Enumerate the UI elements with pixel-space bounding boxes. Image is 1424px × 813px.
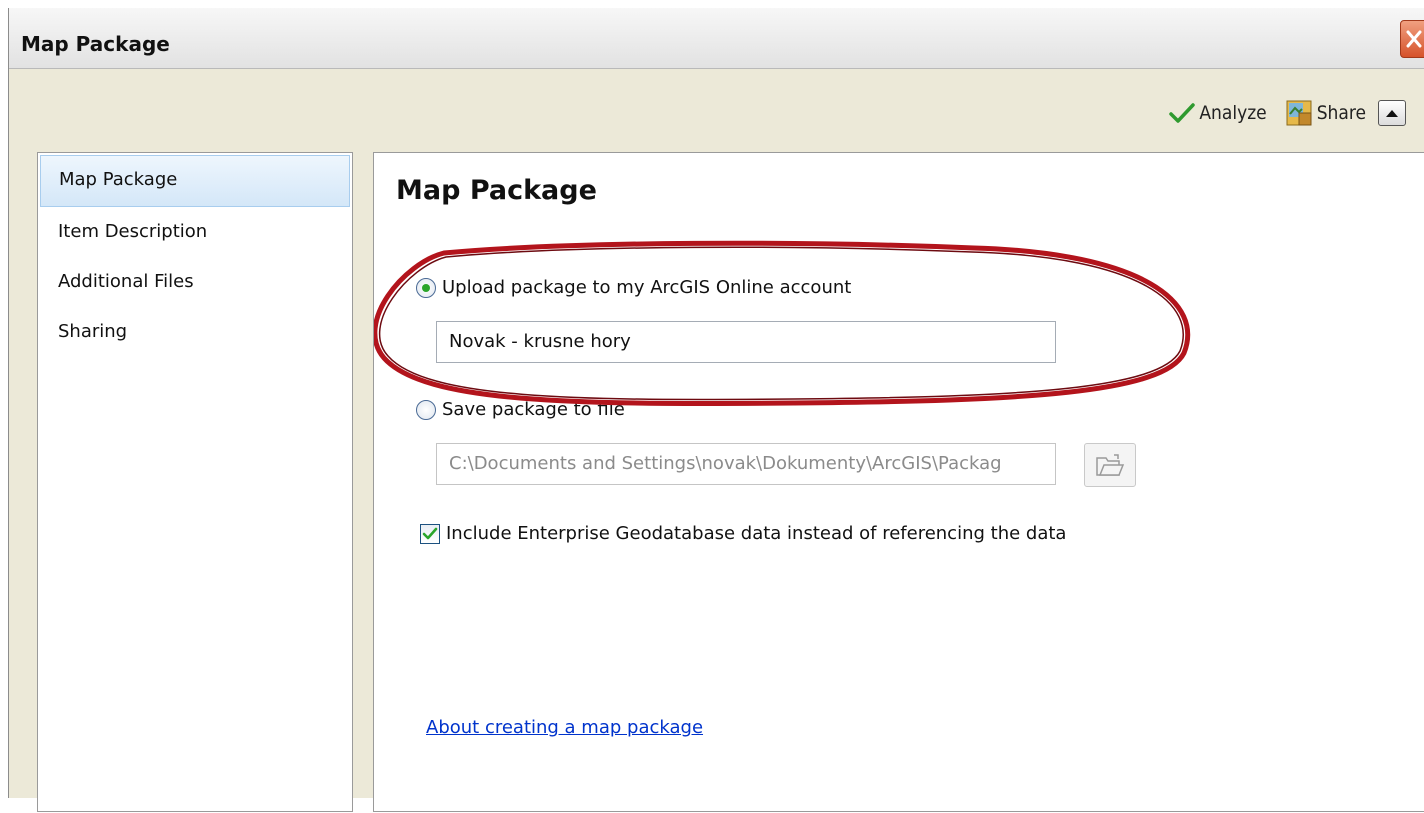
- nav-item-sharing[interactable]: Sharing: [38, 307, 352, 357]
- page-title: Map Package: [396, 175, 597, 206]
- nav-item-map-package[interactable]: Map Package: [40, 155, 350, 207]
- browse-button[interactable]: [1084, 443, 1136, 487]
- chevron-up-icon: [1386, 110, 1398, 117]
- checkmark-icon: [1169, 103, 1196, 123]
- file-path-input[interactable]: C:\Documents and Settings\novak\Dokument…: [436, 443, 1056, 485]
- upload-option[interactable]: Upload package to my ArcGIS Online accou…: [416, 277, 851, 298]
- upload-label: Upload package to my ArcGIS Online accou…: [442, 277, 852, 298]
- include-geodatabase-label: Include Enterprise Geodatabase data inst…: [446, 523, 1067, 544]
- package-name-input[interactable]: Novak - krusne hory: [436, 321, 1056, 363]
- save-label: Save package to file: [442, 399, 625, 420]
- map-package-window: Map Package Analyze Share Map Package It…: [8, 8, 1424, 812]
- title-bar[interactable]: Map Package: [9, 8, 1424, 69]
- share-label: Share: [1316, 102, 1366, 124]
- window-title: Map Package: [21, 32, 170, 56]
- checkmark-icon: [422, 527, 438, 539]
- share-button[interactable]: Share: [1285, 99, 1366, 127]
- upload-radio[interactable]: [416, 277, 436, 298]
- analyze-button[interactable]: Analyze: [1169, 102, 1267, 124]
- analyze-label: Analyze: [1199, 102, 1267, 124]
- content-panel: Map Package Upload package to my ArcGIS …: [373, 152, 1424, 812]
- nav-item-additional-files[interactable]: Additional Files: [38, 257, 352, 307]
- include-geodatabase-checkbox[interactable]: [420, 523, 440, 544]
- save-option[interactable]: Save package to file: [416, 399, 625, 420]
- about-map-package-link[interactable]: About creating a map package: [426, 717, 703, 738]
- close-button[interactable]: [1400, 20, 1424, 58]
- open-folder-icon: [1096, 454, 1125, 476]
- save-radio[interactable]: [416, 399, 436, 420]
- collapse-button[interactable]: [1378, 100, 1406, 126]
- toolbar: Analyze Share: [1169, 96, 1406, 130]
- nav-panel: Map Package Item Description Additional …: [37, 152, 353, 812]
- share-package-icon: [1286, 100, 1312, 126]
- nav-item-item-description[interactable]: Item Description: [38, 207, 352, 257]
- close-icon: [1406, 30, 1422, 48]
- include-geodatabase-option[interactable]: Include Enterprise Geodatabase data inst…: [420, 523, 1066, 544]
